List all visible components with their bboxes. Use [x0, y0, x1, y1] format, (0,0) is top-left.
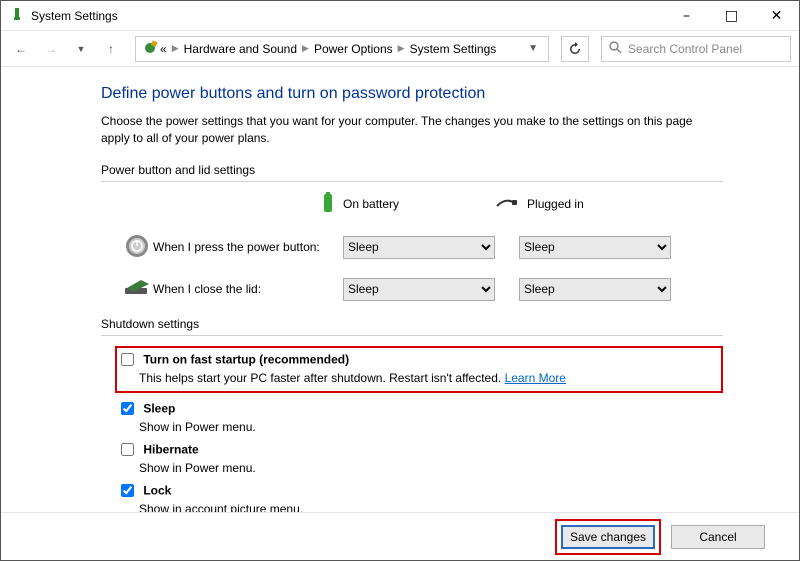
fast-startup-desc: This helps start your PC faster after sh… [139, 371, 501, 385]
recent-dropdown[interactable]: ▼ [69, 37, 93, 61]
plug-icon [495, 196, 519, 213]
breadcrumb-root[interactable]: « [160, 42, 167, 56]
sleep-checkbox[interactable] [121, 402, 134, 415]
power-button-label: When I press the power button: [153, 240, 343, 254]
power-button-battery-select[interactable]: Sleep [343, 236, 495, 259]
hibernate-checkbox[interactable] [121, 443, 134, 456]
refresh-button[interactable] [561, 36, 589, 62]
chevron-right-icon: ▶ [172, 43, 179, 54]
fast-startup-label: Turn on fast startup (recommended) [143, 352, 349, 366]
lock-checkbox[interactable] [121, 484, 134, 497]
fast-startup-learn-more-link[interactable]: Learn More [505, 371, 566, 385]
shutdown-section-title: Shutdown settings [101, 317, 723, 336]
breadcrumb-power-options[interactable]: Power Options [314, 42, 393, 56]
page-heading: Define power buttons and turn on passwor… [101, 85, 723, 103]
window: System Settings – □ ✕ ← → ▼ ↑ « ▶ Hardwa… [0, 0, 800, 561]
minimize-button[interactable]: – [664, 1, 709, 31]
app-icon [9, 6, 25, 25]
sleep-item: Sleep Show in Power menu. [117, 399, 723, 434]
address-dropdown-icon[interactable]: ▼ [524, 43, 542, 54]
window-title: System Settings [31, 9, 664, 23]
power-button-plugged-select[interactable]: Sleep [519, 236, 671, 259]
back-button[interactable]: ← [9, 37, 33, 61]
lid-battery-select[interactable]: Sleep [343, 278, 495, 301]
hibernate-desc: Show in Power menu. [139, 461, 723, 475]
shutdown-items: Turn on fast startup (recommended) This … [101, 346, 723, 512]
power-button-icon [124, 233, 150, 262]
up-button[interactable]: ↑ [99, 37, 123, 61]
close-button[interactable]: ✕ [754, 1, 799, 31]
content-area: Define power buttons and turn on passwor… [1, 67, 799, 512]
page-subtext: Choose the power settings that you want … [101, 113, 723, 147]
save-button-highlight: Save changes [555, 519, 661, 555]
lid-label: When I close the lid: [153, 282, 343, 296]
footer: Save changes Cancel [1, 512, 799, 560]
power-columns-header: On battery Plugged in [101, 192, 723, 217]
lock-label: Lock [143, 483, 171, 497]
forward-button[interactable]: → [39, 37, 63, 61]
hibernate-label: Hibernate [143, 442, 198, 456]
power-lid-section-title: Power button and lid settings [101, 163, 723, 182]
sleep-desc: Show in Power menu. [139, 420, 723, 434]
breadcrumb-system-settings[interactable]: System Settings [410, 42, 497, 56]
breadcrumb-hardware[interactable]: Hardware and Sound [184, 42, 297, 56]
maximize-button[interactable]: □ [709, 1, 754, 31]
save-changes-button[interactable]: Save changes [561, 525, 655, 549]
toolbar: ← → ▼ ↑ « ▶ Hardware and Sound ▶ Power O… [1, 31, 799, 67]
cancel-button[interactable]: Cancel [671, 525, 765, 549]
chevron-right-icon: ▶ [302, 43, 309, 54]
titlebar: System Settings – □ ✕ [1, 1, 799, 31]
lock-item: Lock Show in account picture menu. [117, 481, 723, 512]
hibernate-item: Hibernate Show in Power menu. [117, 440, 723, 475]
on-battery-label: On battery [343, 197, 399, 211]
plugged-in-label: Plugged in [527, 197, 584, 211]
fast-startup-checkbox[interactable] [121, 353, 134, 366]
lid-plugged-select[interactable]: Sleep [519, 278, 671, 301]
chevron-right-icon: ▶ [398, 43, 405, 54]
lid-icon [123, 278, 151, 301]
lock-desc: Show in account picture menu. [139, 502, 723, 512]
lid-row: When I close the lid: Sleep Sleep [101, 278, 723, 301]
search-placeholder: Search Control Panel [628, 42, 742, 56]
search-input[interactable]: Search Control Panel [601, 36, 791, 62]
battery-icon [321, 192, 335, 217]
address-bar[interactable]: « ▶ Hardware and Sound ▶ Power Options ▶… [135, 36, 549, 62]
sleep-label: Sleep [143, 401, 175, 415]
power-button-row: When I press the power button: Sleep Sle… [101, 233, 723, 262]
search-icon [608, 40, 622, 57]
breadcrumb-icon [142, 38, 160, 59]
fast-startup-item: Turn on fast startup (recommended) This … [115, 346, 723, 393]
